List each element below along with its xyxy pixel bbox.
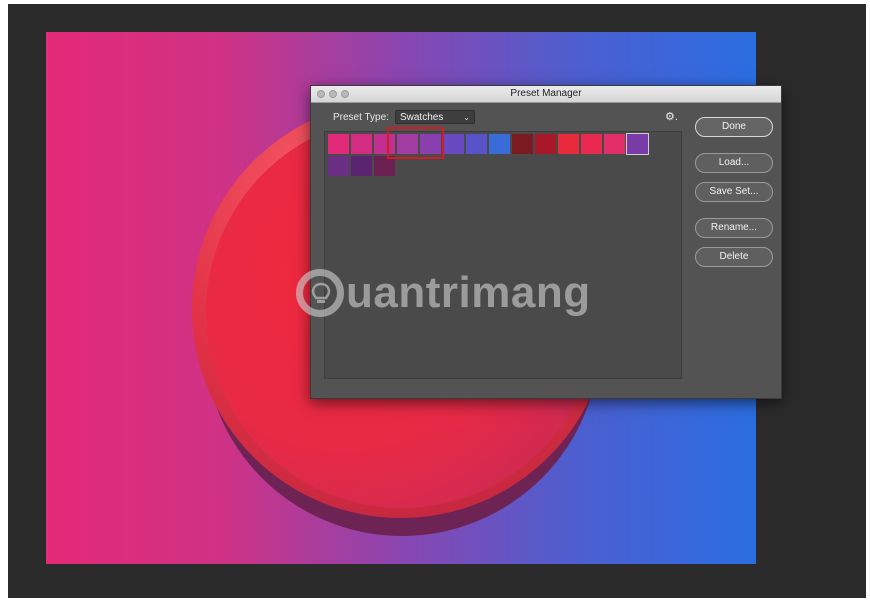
swatch[interactable] xyxy=(374,156,395,176)
swatch[interactable] xyxy=(558,134,579,154)
preset-manager-dialog: Preset Manager Preset Type: Swatches ⌄ ⚙… xyxy=(310,85,782,399)
swatch[interactable] xyxy=(604,134,625,154)
gear-icon[interactable]: ⚙. xyxy=(665,110,678,123)
watermark: uantrimang xyxy=(296,268,591,318)
done-button[interactable]: Done xyxy=(695,117,773,137)
preset-type-value: Swatches xyxy=(399,112,444,123)
swatch[interactable] xyxy=(328,134,349,154)
rename-button[interactable]: Rename... xyxy=(695,218,773,238)
swatch[interactable] xyxy=(351,156,372,176)
annotation-highlight-box xyxy=(387,127,444,159)
dialog-titlebar: Preset Manager xyxy=(311,86,781,103)
swatch[interactable] xyxy=(581,134,602,154)
swatch[interactable] xyxy=(351,134,372,154)
close-window-button[interactable] xyxy=(317,90,325,98)
swatch[interactable] xyxy=(328,156,349,176)
preset-type-row: Preset Type: Swatches ⌄ xyxy=(333,110,475,124)
swatch[interactable] xyxy=(466,134,487,154)
swatch[interactable] xyxy=(512,134,533,154)
swatch-grid xyxy=(328,133,652,176)
watermark-text: uantrimang xyxy=(346,268,591,317)
save-set-button[interactable]: Save Set... xyxy=(695,182,773,202)
lightbulb-logo-icon xyxy=(296,269,344,317)
preset-type-select[interactable]: Swatches ⌄ xyxy=(394,110,475,124)
window-controls xyxy=(317,90,349,98)
swatch[interactable] xyxy=(626,133,649,155)
swatch-list-panel xyxy=(324,131,682,379)
swatch[interactable] xyxy=(443,134,464,154)
dialog-title: Preset Manager xyxy=(510,88,582,99)
swatch[interactable] xyxy=(535,134,556,154)
swatch[interactable] xyxy=(489,134,510,154)
minimize-window-button[interactable] xyxy=(329,90,337,98)
zoom-window-button[interactable] xyxy=(341,90,349,98)
chevron-down-icon: ⌄ xyxy=(463,113,470,122)
preset-type-label: Preset Type: xyxy=(333,111,389,123)
load-button[interactable]: Load... xyxy=(695,153,773,173)
delete-button[interactable]: Delete xyxy=(695,247,773,267)
